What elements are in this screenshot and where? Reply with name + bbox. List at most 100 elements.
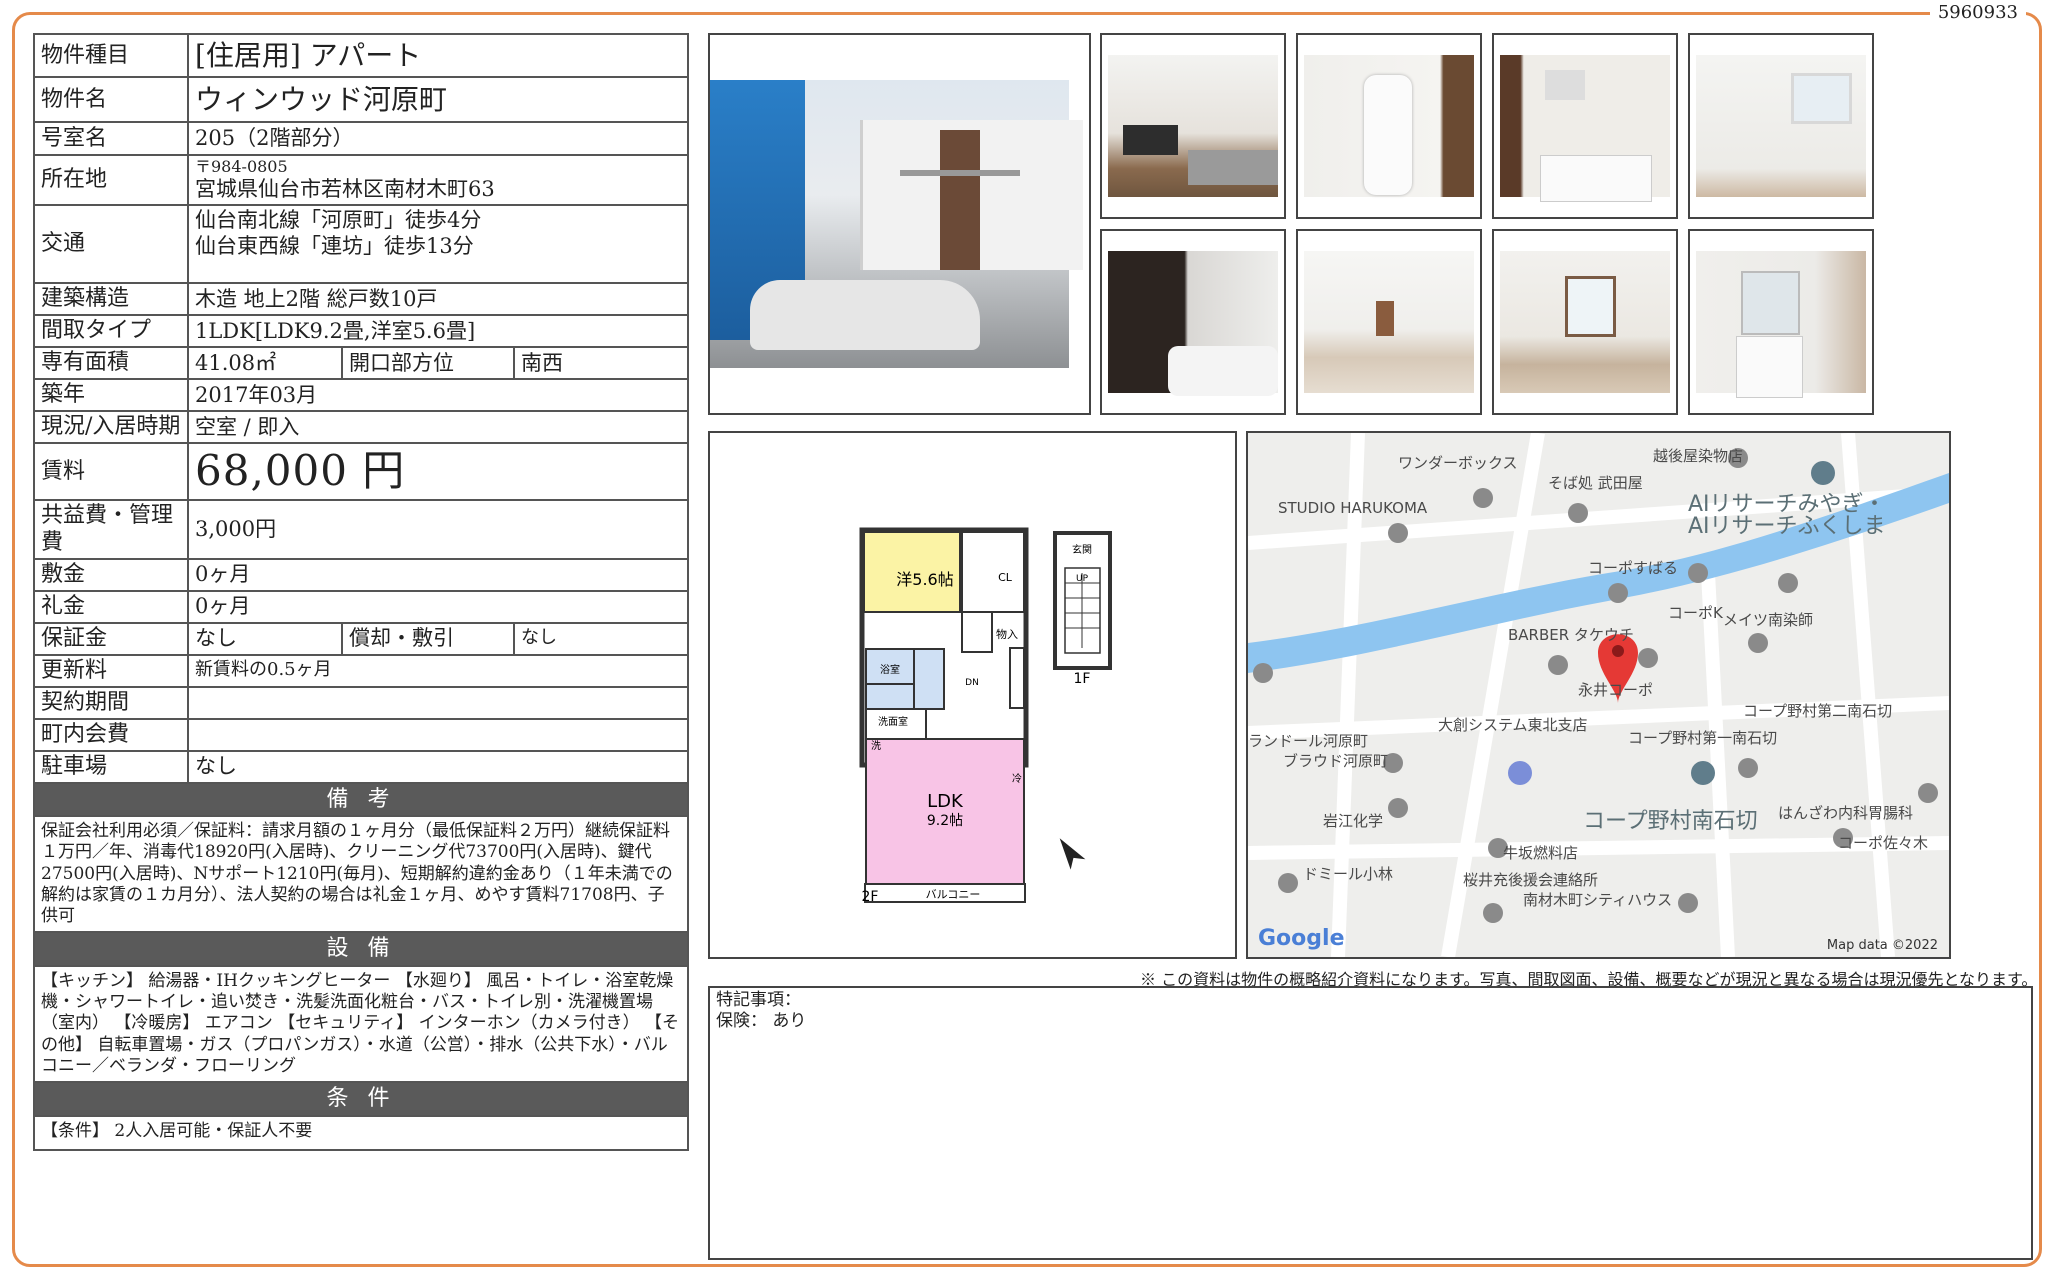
status-value: 空室 / 即入: [186, 410, 690, 444]
map-place-label: 越後屋染物店: [1653, 447, 1743, 465]
special-remarks-box: 特記事項： 保険： あり: [708, 986, 2033, 1260]
property-spec-table: 物件種目 [住居用] アパート 物件名 ウィンウッド河原町 号室名 205（2階…: [32, 33, 690, 1151]
built-label: 築年: [33, 378, 189, 412]
amort-value: なし: [512, 621, 690, 656]
term-value: [186, 685, 690, 720]
map-place-label: コープ野村第一南石切: [1628, 729, 1777, 747]
deposit-value: 0ヶ月: [186, 557, 690, 592]
parking-label: 駐車場: [33, 749, 189, 784]
floor-plan[interactable]: 洋5.6帖 CL 物入 浴室 DN 洗面室 洗 冷 LDK 9.2帖 バルコニー…: [708, 431, 1237, 959]
map-place-label: コープ野村南石切: [1583, 809, 1758, 834]
postal-code: 〒984-0805: [195, 157, 288, 177]
floor-1f-label: 1F: [1074, 671, 1091, 687]
map-place-label: ドミール小林: [1303, 865, 1393, 883]
notes-header: 備 考: [32, 781, 690, 817]
map-place-label: コーポすばる: [1588, 559, 1678, 577]
washroom-label: 洗面室: [878, 715, 908, 728]
floor-2f-label: 2F: [862, 889, 879, 905]
closet-label: CL: [998, 571, 1013, 584]
area-label: 専有面積: [33, 346, 189, 380]
type-label: 物件種目: [33, 33, 189, 78]
access-line-1: 仙台南北線「河原町」徒歩4分: [195, 208, 482, 232]
exterior-photo[interactable]: [708, 33, 1091, 415]
notes-text: 保証会社利用必須／保証料：請求月額の１ヶ月分（最低保証料２万円）継続保証料１万円…: [32, 814, 690, 934]
map-place-label: はんざわ内科胃腸科: [1778, 804, 1913, 822]
washroom-photo[interactable]: [1688, 229, 1874, 415]
document-id: 5960933: [1929, 2, 2026, 23]
fee-label: 共益費・管理費: [33, 498, 189, 560]
address-cell: 〒984-0805 宮城県仙台市若林区南材木町63: [186, 154, 690, 206]
access-cell: 仙台南北線「河原町」徒歩4分 仙台東西線「連坊」徒歩13分: [186, 204, 690, 284]
direction-label: 開口部方位: [341, 346, 515, 380]
conditions-header: 条 件: [32, 1081, 690, 1117]
parking-value: なし: [186, 749, 690, 784]
term-label: 契約期間: [33, 685, 189, 720]
address-label: 所在地: [33, 154, 189, 206]
equipment-text: 【キッチン】 給湯器・IHクッキングヒーター 【水廻り】 風呂・トイレ・浴室乾燥…: [32, 964, 690, 1084]
window-room-photo[interactable]: [1492, 229, 1678, 415]
name-value: ウィンウッド河原町: [186, 76, 690, 123]
map-place-label: そば処 武田屋: [1548, 474, 1643, 492]
up-label: UP: [1076, 574, 1089, 584]
map-place-label: メイツ南染師: [1723, 611, 1813, 629]
dn-label: DN: [965, 678, 979, 688]
built-value: 2017年03月: [186, 378, 690, 412]
map-place-label: BARBER タケウチ: [1508, 626, 1634, 644]
living-room-photo[interactable]: [1100, 33, 1286, 219]
guarantee-value: なし: [187, 621, 343, 656]
conditions-text: 【条件】 2人入居可能・保証人不要: [32, 1114, 690, 1151]
room-label: 号室名: [33, 121, 189, 156]
direction-value: 南西: [512, 346, 690, 380]
access-label: 交通: [33, 204, 189, 284]
map-place-label: AIリサーチふくしま: [1688, 514, 1886, 539]
amort-label: 償却・敷引: [341, 621, 515, 656]
entrance-label: 玄関: [1072, 543, 1092, 556]
map-place-label: ランドール河原町: [1248, 732, 1368, 750]
insurance-text: 保険： あり: [716, 1011, 807, 1032]
location-map[interactable]: ワンダーボックス 越後屋染物店 そば処 武田屋 STUDIO HARUKOMA AIリサ…: [1246, 431, 1951, 959]
guarantee-label: 保証金: [33, 621, 189, 656]
map-place-label: ワンダーボックス: [1398, 454, 1518, 472]
map-place-label: 大創システム東北支店: [1438, 716, 1588, 734]
bath-label: 浴室: [880, 663, 900, 676]
bathroom-photo[interactable]: [1100, 229, 1286, 415]
map-place-label: ブラウド河原町: [1283, 752, 1388, 770]
kitchen-photo[interactable]: [1492, 33, 1678, 219]
map-place-label: 南材木町シティハウス: [1523, 891, 1672, 909]
map-place-label: 岩江化学: [1323, 812, 1383, 830]
wash-label: 洗: [871, 740, 881, 752]
google-logo: Google: [1258, 926, 1345, 951]
type-value: [住居用] アパート: [186, 33, 690, 78]
map-place-label: 牛坂燃料店: [1503, 844, 1578, 862]
remarks-title: 特記事項：: [716, 990, 801, 1010]
rent-label: 賃料: [33, 442, 189, 501]
fee-value: 3,000円: [186, 498, 690, 560]
map-place-label: コーポ佐々木: [1838, 834, 1928, 852]
fridge-label: 冷: [1012, 772, 1022, 785]
map-place-label: 永井コーポ: [1578, 681, 1653, 699]
keymoney-value: 0ヶ月: [186, 589, 690, 624]
town-fee-label: 町内会費: [33, 717, 189, 752]
structure-value: 木造 地上2階 総戸数10戸: [186, 282, 690, 316]
structure-label: 建築構造: [33, 282, 189, 316]
name-label: 物件名: [33, 76, 189, 123]
storage-label: 物入: [996, 627, 1018, 641]
deposit-label: 敷金: [33, 557, 189, 592]
access-line-2: 仙台東西線「連坊」徒歩13分: [195, 234, 474, 259]
area-value: 41.08㎡: [187, 346, 343, 380]
keymoney-label: 礼金: [33, 589, 189, 624]
equipment-header: 設 備: [32, 931, 690, 967]
map-place-label: 桜井充後援会連絡所: [1463, 871, 1598, 889]
western-room-photo[interactable]: [1688, 33, 1874, 219]
map-place-label: STUDIO HARUKOMA: [1278, 499, 1428, 517]
ldk-size-label: 9.2帖: [927, 813, 963, 829]
toilet-photo[interactable]: [1296, 33, 1482, 219]
town-fee-value: [186, 717, 690, 752]
room-value: 205（2階部分）: [186, 121, 690, 156]
layout-label: 間取タイプ: [33, 314, 189, 348]
address-value: 宮城県仙台市若林区南材木町63: [195, 176, 495, 201]
renewal-value: 新賃料の0.5ヶ月: [186, 653, 690, 688]
ldk-photo[interactable]: [1296, 229, 1482, 415]
map-place-label: コープ野村第二南石切: [1743, 702, 1892, 720]
status-label: 現況/入居時期: [33, 410, 189, 444]
